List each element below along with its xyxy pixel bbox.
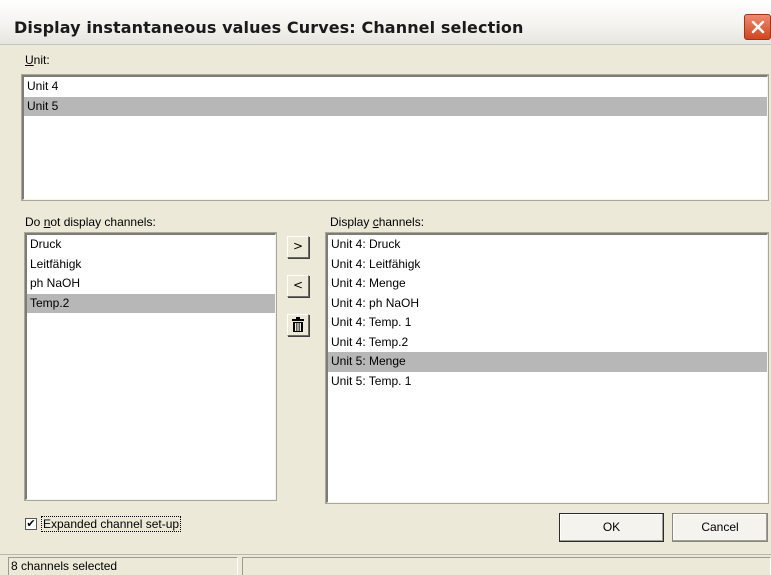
close-icon [751,20,765,34]
hidden-channel-item[interactable]: Druck [27,235,275,255]
hidden-channel-item[interactable]: Temp.2 [27,293,275,313]
display-channel-item[interactable]: Unit 4: Temp.2 [328,333,767,353]
expanded-setup-checkbox[interactable]: ✔ [25,518,37,530]
hidden-channels-label: Do not display channels: [25,215,156,229]
display-channel-item[interactable]: Unit 4: ph NaOH [328,294,767,314]
unit-listbox[interactable]: Unit 4 Unit 5 [21,74,769,201]
display-channel-item[interactable]: Unit 5: Menge [328,352,767,372]
ok-button[interactable]: OK [559,513,664,542]
dialog-window: Display instantaneous values Curves: Cha… [0,0,771,575]
add-channel-button[interactable]: > [287,236,309,258]
cancel-button[interactable]: Cancel [672,513,768,542]
display-channel-item[interactable]: Unit 5: Temp. 1 [328,372,767,392]
display-channels-label: Display channels: [330,215,425,229]
status-pane-secondary [242,557,771,575]
display-channel-item[interactable]: Unit 4: Menge [328,274,767,294]
hidden-channel-item[interactable]: Leitfähigk [27,255,275,275]
unit-list-item[interactable]: Unit 4 [24,77,767,97]
display-channel-item[interactable]: Unit 4: Temp. 1 [328,313,767,333]
display-channels-listbox[interactable]: Unit 4: Druck Unit 4: Leitfähigk Unit 4: M… [325,232,769,504]
remove-channel-button[interactable]: < [287,275,309,297]
title-bar[interactable]: Display instantaneous values Curves: Cha… [0,0,771,45]
display-channel-item[interactable]: Unit 4: Druck [328,235,767,255]
display-channel-item[interactable]: Unit 4: Leitfähigk [328,255,767,275]
window-title: Display instantaneous values Curves: Cha… [14,18,524,37]
unit-list-item[interactable]: Unit 5 [24,96,767,116]
expanded-setup-label[interactable]: Expanded channel set-up [41,516,182,532]
hidden-channels-listbox[interactable]: Druck Leitfähigk ph NaOH Temp.2 [24,232,277,501]
trash-icon [292,317,304,332]
delete-channel-button[interactable] [287,314,309,336]
close-button[interactable] [744,14,771,40]
hidden-channel-item[interactable]: ph NaOH [27,274,275,294]
checkmark-icon: ✔ [26,518,36,530]
status-bar: 8 channels selected [0,554,771,575]
status-text: 8 channels selected [8,557,238,575]
unit-label: Unit: [25,53,50,67]
